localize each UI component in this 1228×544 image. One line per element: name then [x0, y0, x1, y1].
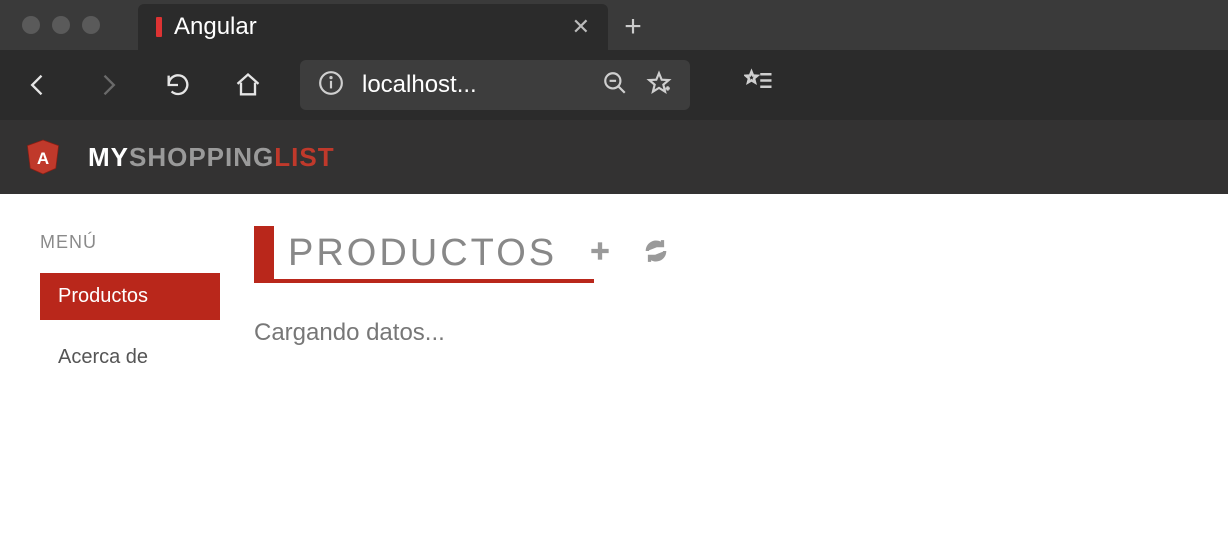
tab-close-icon[interactable]: ✕: [572, 14, 590, 40]
page-title-box: PRODUCTOS: [254, 232, 557, 275]
browser-tab[interactable]: Angular ✕: [138, 4, 608, 50]
home-button[interactable]: [230, 67, 266, 103]
page-title: PRODUCTOS: [288, 232, 557, 274]
title-accent-bar: [254, 226, 274, 282]
brand-part-3: LIST: [274, 142, 334, 172]
window-minimize-dot[interactable]: [52, 16, 70, 34]
svg-text:A: A: [37, 149, 49, 168]
tab-title: Angular: [174, 13, 257, 41]
app-body: MENÚ Productos Acerca de PRODUCTOS Carga…: [0, 194, 1228, 395]
back-button[interactable]: [20, 67, 56, 103]
add-favorite-icon[interactable]: [646, 70, 672, 101]
side-menu: MENÚ Productos Acerca de: [40, 232, 220, 395]
app-header: A MYSHOPPINGLIST: [0, 120, 1228, 194]
menu-item-acerca-de[interactable]: Acerca de: [40, 334, 220, 381]
menu-item-label: Productos: [58, 285, 148, 307]
site-info-icon[interactable]: [318, 70, 344, 101]
reload-button[interactable]: [160, 67, 196, 103]
window-maximize-dot[interactable]: [82, 16, 100, 34]
forward-button[interactable]: [90, 67, 126, 103]
address-bar[interactable]: localhost...: [300, 60, 690, 110]
favicon: [156, 17, 162, 37]
loading-text: Cargando datos...: [254, 319, 1196, 347]
menu-item-label: Acerca de: [58, 346, 148, 368]
window-controls: [14, 0, 108, 50]
angular-logo-icon: A: [26, 137, 60, 177]
browser-toolbar: localhost...: [0, 50, 1228, 120]
zoom-out-icon[interactable]: [602, 70, 628, 101]
url-text: localhost...: [362, 71, 584, 99]
tab-bar: Angular ✕ +: [0, 0, 1228, 50]
refresh-button[interactable]: [643, 238, 669, 269]
main-content: PRODUCTOS Cargando datos...: [254, 232, 1196, 395]
window-close-dot[interactable]: [22, 16, 40, 34]
favorites-bar-icon[interactable]: [744, 68, 774, 103]
browser-chrome: Angular ✕ + localhost...: [0, 0, 1228, 120]
new-tab-button[interactable]: +: [608, 4, 658, 50]
app-brand: MYSHOPPINGLIST: [88, 142, 335, 173]
menu-item-productos[interactable]: Productos: [40, 273, 220, 320]
title-underline: [254, 279, 594, 283]
brand-part-2: SHOPPING: [129, 142, 274, 172]
menu-heading: MENÚ: [40, 232, 220, 253]
page-title-row: PRODUCTOS: [254, 232, 1196, 275]
add-product-button[interactable]: [587, 238, 613, 269]
brand-part-1: MY: [88, 142, 129, 172]
